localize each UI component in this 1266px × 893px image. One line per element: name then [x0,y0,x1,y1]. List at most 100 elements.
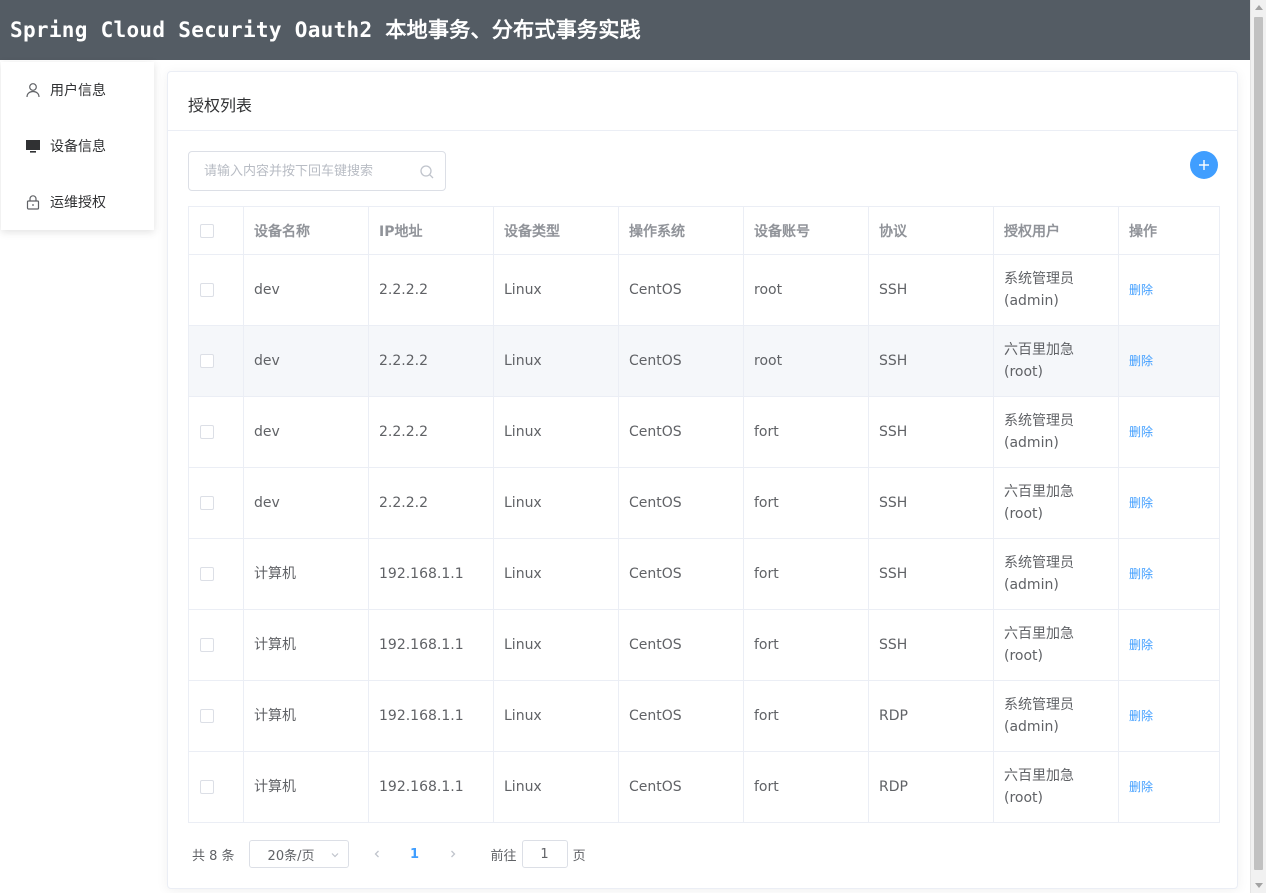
protocol-cell: SSH [868,325,994,397]
chevron-right-icon [450,850,455,858]
action-cell: 删除 [1118,538,1220,610]
column-header: 协议 [868,206,994,255]
auth-user-cell: 系统管理员(admin) [993,680,1119,752]
delete-link[interactable]: 删除 [1129,496,1153,510]
select-all-checkbox[interactable] [200,223,214,238]
row-checkbox[interactable] [200,567,214,581]
row-select-cell [188,396,244,468]
row-checkbox[interactable] [200,638,214,652]
add-button[interactable] [1190,151,1218,179]
next-page-button[interactable] [439,840,467,868]
ip-cell: 2.2.2.2 [368,254,494,326]
row-checkbox[interactable] [200,283,214,297]
account-cell: fort [743,680,869,752]
ip-cell: 192.168.1.1 [368,538,494,610]
sidebar-item-label: 用户信息 [50,83,106,99]
delete-link[interactable]: 删除 [1129,425,1153,439]
delete-link[interactable]: 删除 [1129,567,1153,581]
monitor-icon [26,140,40,153]
delete-link[interactable]: 删除 [1129,354,1153,368]
protocol-cell: SSH [868,396,994,468]
table-row[interactable]: dev 2.2.2.2 Linux CentOS fort SSH 系统管理员(… [188,396,1220,468]
row-checkbox[interactable] [200,496,214,510]
action-cell: 删除 [1118,325,1220,397]
account-cell: fort [743,751,869,823]
table-row[interactable]: 计算机 192.168.1.1 Linux CentOS fort RDP 六百… [188,751,1220,823]
header-select-all [188,206,244,255]
row-select-cell [188,467,244,539]
sidebar-item-device-info[interactable]: 设备信息 [1,118,154,174]
auth-user-cell: 六百里加急(root) [993,467,1119,539]
action-cell: 删除 [1118,396,1220,468]
delete-link[interactable]: 删除 [1129,709,1153,723]
ip-cell: 2.2.2.2 [368,467,494,539]
auth-user-cell: 六百里加急(root) [993,751,1119,823]
row-checkbox[interactable] [200,780,214,794]
device-name-cell: dev [243,325,369,397]
user-icon [26,83,40,98]
os-cell: CentOS [618,680,744,752]
row-select-cell [188,538,244,610]
os-cell: CentOS [618,538,744,610]
column-header: 设备名称 [243,206,369,255]
row-select-cell [188,254,244,326]
card-title: 授权列表 [168,72,1237,131]
device-name-cell: dev [243,396,369,468]
device-type-cell: Linux [493,467,619,539]
pagination: 共 8 条 20条/页 1 前往 页 [192,840,586,868]
sidebar-item-label: 运维授权 [50,195,106,211]
column-header: IP地址 [368,206,494,255]
device-name-cell: 计算机 [243,538,369,610]
plus-icon [1199,160,1209,170]
os-cell: CentOS [618,325,744,397]
action-cell: 删除 [1118,467,1220,539]
device-name-cell: dev [243,467,369,539]
account-cell: fort [743,396,869,468]
sidebar-item-ops-auth[interactable]: 运维授权 [1,174,154,230]
page-number[interactable]: 1 [401,840,429,868]
account-cell: fort [743,609,869,681]
table-row[interactable]: dev 2.2.2.2 Linux CentOS root SSH 系统管理员(… [188,254,1220,326]
delete-link[interactable]: 删除 [1129,283,1153,297]
app-title: Spring Cloud Security Oauth2 本地事务、分布式事务实… [10,18,641,42]
row-checkbox[interactable] [200,709,214,723]
row-checkbox[interactable] [200,425,214,439]
action-cell: 删除 [1118,609,1220,681]
lock-icon [26,195,40,210]
ip-cell: 2.2.2.2 [368,325,494,397]
sidebar-item-label: 设备信息 [50,139,106,155]
delete-link[interactable]: 删除 [1129,638,1153,652]
device-type-cell: Linux [493,396,619,468]
device-name-cell: 计算机 [243,680,369,752]
sidebar-item-user-info[interactable]: 用户信息 [1,62,154,118]
scroll-down-icon[interactable] [1255,883,1263,888]
table-row[interactable]: dev 2.2.2.2 Linux CentOS root SSH 六百里加急(… [188,325,1220,397]
row-checkbox[interactable] [200,354,214,368]
goto-page-input[interactable] [521,840,568,868]
table-row[interactable]: 计算机 192.168.1.1 Linux CentOS fort RDP 系统… [188,680,1220,752]
prev-page-button[interactable] [363,840,391,868]
search-icon[interactable] [419,164,435,180]
scroll-up-icon[interactable] [1255,5,1263,10]
page-size-value: 20条/页 [267,848,315,864]
goto-page: 前往 页 [491,840,586,868]
column-header: 操作系统 [618,206,744,255]
search-box [188,151,446,191]
vertical-scrollbar[interactable] [1250,0,1266,893]
ip-cell: 192.168.1.1 [368,751,494,823]
search-input[interactable] [189,152,445,190]
os-cell: CentOS [618,467,744,539]
table-row[interactable]: dev 2.2.2.2 Linux CentOS fort SSH 六百里加急(… [188,467,1220,539]
column-header: 授权用户 [993,206,1119,255]
os-cell: CentOS [618,254,744,326]
action-cell: 删除 [1118,751,1220,823]
scroll-thumb[interactable] [1254,17,1263,870]
chevron-down-icon [331,853,338,858]
table-row[interactable]: 计算机 192.168.1.1 Linux CentOS fort SSH 系统… [188,538,1220,610]
goto-suffix: 页 [572,848,586,864]
table-row[interactable]: 计算机 192.168.1.1 Linux CentOS fort SSH 六百… [188,609,1220,681]
device-type-cell: Linux [493,751,619,823]
delete-link[interactable]: 删除 [1129,780,1153,794]
page-size-select[interactable]: 20条/页 [248,840,349,868]
auth-table: 设备名称 IP地址 设备类型 操作系统 设备账号 协议 授权用户 操作 dev … [188,206,1220,823]
